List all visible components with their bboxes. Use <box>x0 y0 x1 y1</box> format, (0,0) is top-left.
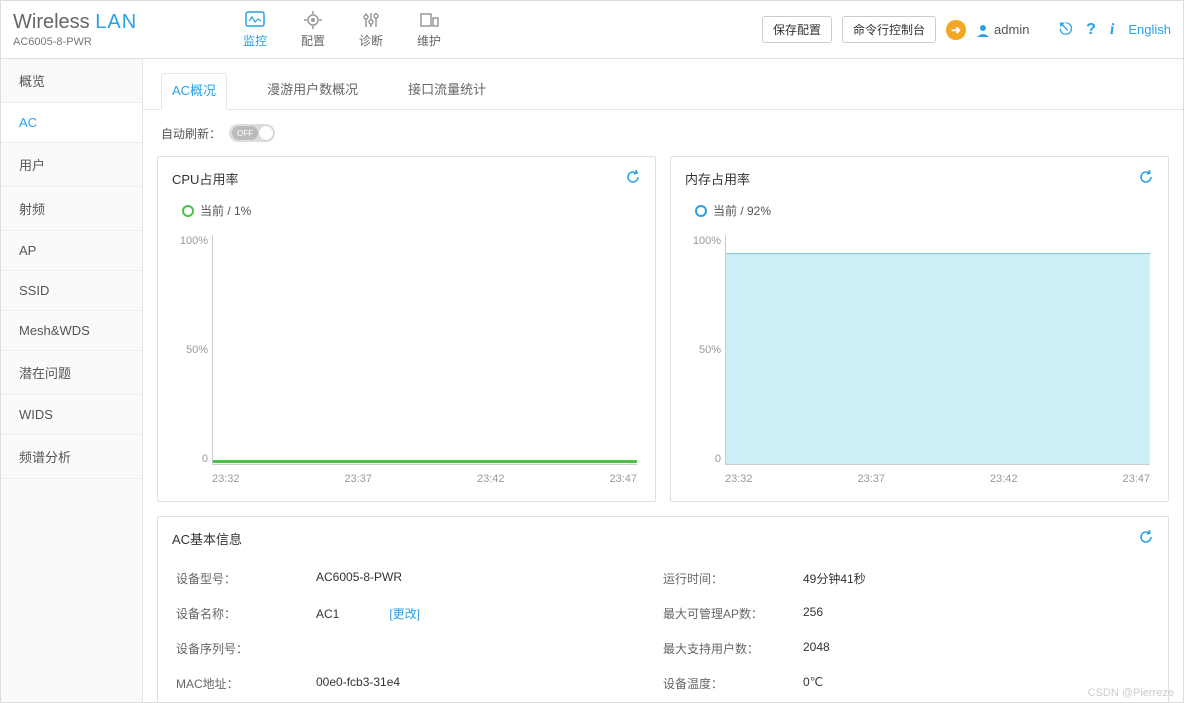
model-value: AC6005-8-PWR <box>316 570 663 587</box>
logout-icon[interactable]: ⎋ <box>1059 21 1072 39</box>
language-switch[interactable]: English <box>1128 22 1171 37</box>
cpu-series-line <box>213 460 637 463</box>
sidebar-item-radio[interactable]: 射频 <box>1 187 142 231</box>
xtick: 23:42 <box>990 473 1018 485</box>
info-title: AC基本信息 <box>172 529 242 548</box>
user-name: admin <box>994 22 1029 37</box>
mem-panel: 内存占用率 当前 / 92% 100% 50% 0 <box>670 156 1169 502</box>
xtick: 23:42 <box>477 473 505 485</box>
auto-refresh-label: 自动刷新： <box>161 125 221 142</box>
xtick: 23:37 <box>857 473 885 485</box>
mem-title: 内存占用率 <box>685 169 750 188</box>
sn-value <box>316 640 663 657</box>
sidebar-item-ssid[interactable]: SSID <box>1 271 142 311</box>
toggle-off-text: OFF <box>232 126 258 140</box>
xtick: 23:47 <box>609 473 637 485</box>
temp-label: 设备温度： <box>663 675 803 692</box>
mem-chart: 100% 50% 0 23:32 23:37 23:42 23:47 <box>685 229 1154 489</box>
topnav-maintain-label: 维护 <box>417 32 441 49</box>
refresh-icon[interactable] <box>625 169 641 188</box>
xtick: 23:37 <box>344 473 372 485</box>
topnav-config-label: 配置 <box>301 32 325 49</box>
cli-button[interactable]: 命令行控制台 <box>842 16 936 43</box>
ytick: 100% <box>685 235 721 247</box>
tab-roaming[interactable]: 漫游用户数概况 <box>257 73 368 109</box>
maxuser-value: 2048 <box>803 640 1150 657</box>
cpu-title: CPU占用率 <box>172 169 238 188</box>
refresh-icon[interactable] <box>1138 529 1154 548</box>
sidebar-item-ac[interactable]: AC <box>1 103 142 143</box>
auto-refresh-toggle[interactable]: OFF <box>229 124 275 142</box>
brand: Wireless LAN AC6005-8-PWR <box>13 11 143 48</box>
xtick: 23:32 <box>212 473 240 485</box>
cpu-panel: CPU占用率 当前 / 1% 100% 50% 0 <box>157 156 656 502</box>
name-value: AC1 <box>316 607 339 621</box>
toggle-knob <box>259 126 273 140</box>
main-content: AC概况 漫游用户数概况 接口流量统计 自动刷新： OFF CPU占用率 <box>143 59 1183 702</box>
model-label: 设备型号： <box>176 570 316 587</box>
sidebar-item-ap[interactable]: AP <box>1 231 142 271</box>
mem-series-area <box>726 253 1150 464</box>
watermark: CSDN @Pierreze <box>1088 687 1174 699</box>
sidebar-item-issues[interactable]: 潜在问题 <box>1 351 142 395</box>
monitor-icon <box>244 10 266 30</box>
cpu-chart: 100% 50% 0 23:32 23:37 23:42 23:47 <box>172 229 641 489</box>
tab-interface-traffic[interactable]: 接口流量统计 <box>398 73 496 109</box>
alert-icon[interactable]: ➜ <box>946 20 966 40</box>
sidebar-item-user[interactable]: 用户 <box>1 143 142 187</box>
sidebar-item-overview[interactable]: 概览 <box>1 59 142 103</box>
topnav-diagnose[interactable]: 诊断 <box>359 10 383 49</box>
sliders-icon <box>360 10 382 30</box>
mac-value: 00e0-fcb3-31e4 <box>316 675 663 692</box>
maxuser-label: 最大支持用户数： <box>663 640 803 657</box>
ytick: 100% <box>172 235 208 247</box>
cpu-legend-marker <box>182 205 194 217</box>
device-model: AC6005-8-PWR <box>13 36 143 48</box>
sidebar-item-mesh[interactable]: Mesh&WDS <box>1 311 142 351</box>
change-name-link[interactable]: [更改] <box>389 607 420 621</box>
mem-legend-marker <box>695 205 707 217</box>
tabs: AC概况 漫游用户数概况 接口流量统计 <box>143 59 1183 110</box>
ytick: 0 <box>685 453 721 465</box>
ytick: 0 <box>172 453 208 465</box>
ac-info-panel: AC基本信息 设备型号： AC6005-8-PWR 运行时间： 49分钟41秒 … <box>157 516 1169 702</box>
topnav-config[interactable]: 配置 <box>301 10 325 49</box>
maintain-icon <box>418 10 440 30</box>
top-nav: 监控 配置 诊断 维护 <box>243 10 441 49</box>
tab-ac-overview[interactable]: AC概况 <box>161 73 227 110</box>
refresh-icon[interactable] <box>1138 169 1154 188</box>
topnav-diagnose-label: 诊断 <box>359 32 383 49</box>
topnav-monitor[interactable]: 监控 <box>243 10 267 49</box>
name-label: 设备名称： <box>176 605 316 622</box>
topbar: Wireless LAN AC6005-8-PWR 监控 配置 诊断 维护 保存… <box>1 1 1183 59</box>
help-icon[interactable]: ? <box>1086 21 1096 39</box>
sidebar: 概览 AC 用户 射频 AP SSID Mesh&WDS 潜在问题 WIDS 频… <box>1 59 143 702</box>
mac-label: MAC地址： <box>176 675 316 692</box>
mem-legend: 当前 / 92% <box>713 202 771 219</box>
ytick: 50% <box>685 344 721 356</box>
sn-label: 设备序列号： <box>176 640 316 657</box>
xtick: 23:47 <box>1122 473 1150 485</box>
ytick: 50% <box>172 344 208 356</box>
gear-icon <box>302 10 324 30</box>
topnav-monitor-label: 监控 <box>243 32 267 49</box>
xtick: 23:32 <box>725 473 753 485</box>
maxap-value: 256 <box>803 605 1150 622</box>
save-config-button[interactable]: 保存配置 <box>762 16 832 43</box>
cpu-legend: 当前 / 1% <box>200 202 251 219</box>
name-value-cell: AC1 [更改] <box>316 605 663 622</box>
uptime-label: 运行时间： <box>663 570 803 587</box>
sidebar-item-wids[interactable]: WIDS <box>1 395 142 435</box>
maxap-label: 最大可管理AP数： <box>663 605 803 622</box>
user-icon <box>976 23 990 37</box>
user-menu[interactable]: admin <box>976 22 1029 37</box>
topnav-maintain[interactable]: 维护 <box>417 10 441 49</box>
sidebar-item-spectrum[interactable]: 频谱分析 <box>1 435 142 479</box>
info-icon[interactable]: i <box>1110 21 1114 39</box>
brand-word2: LAN <box>95 11 137 33</box>
brand-word1: Wireless <box>13 11 90 33</box>
uptime-value: 49分钟41秒 <box>803 570 1150 587</box>
